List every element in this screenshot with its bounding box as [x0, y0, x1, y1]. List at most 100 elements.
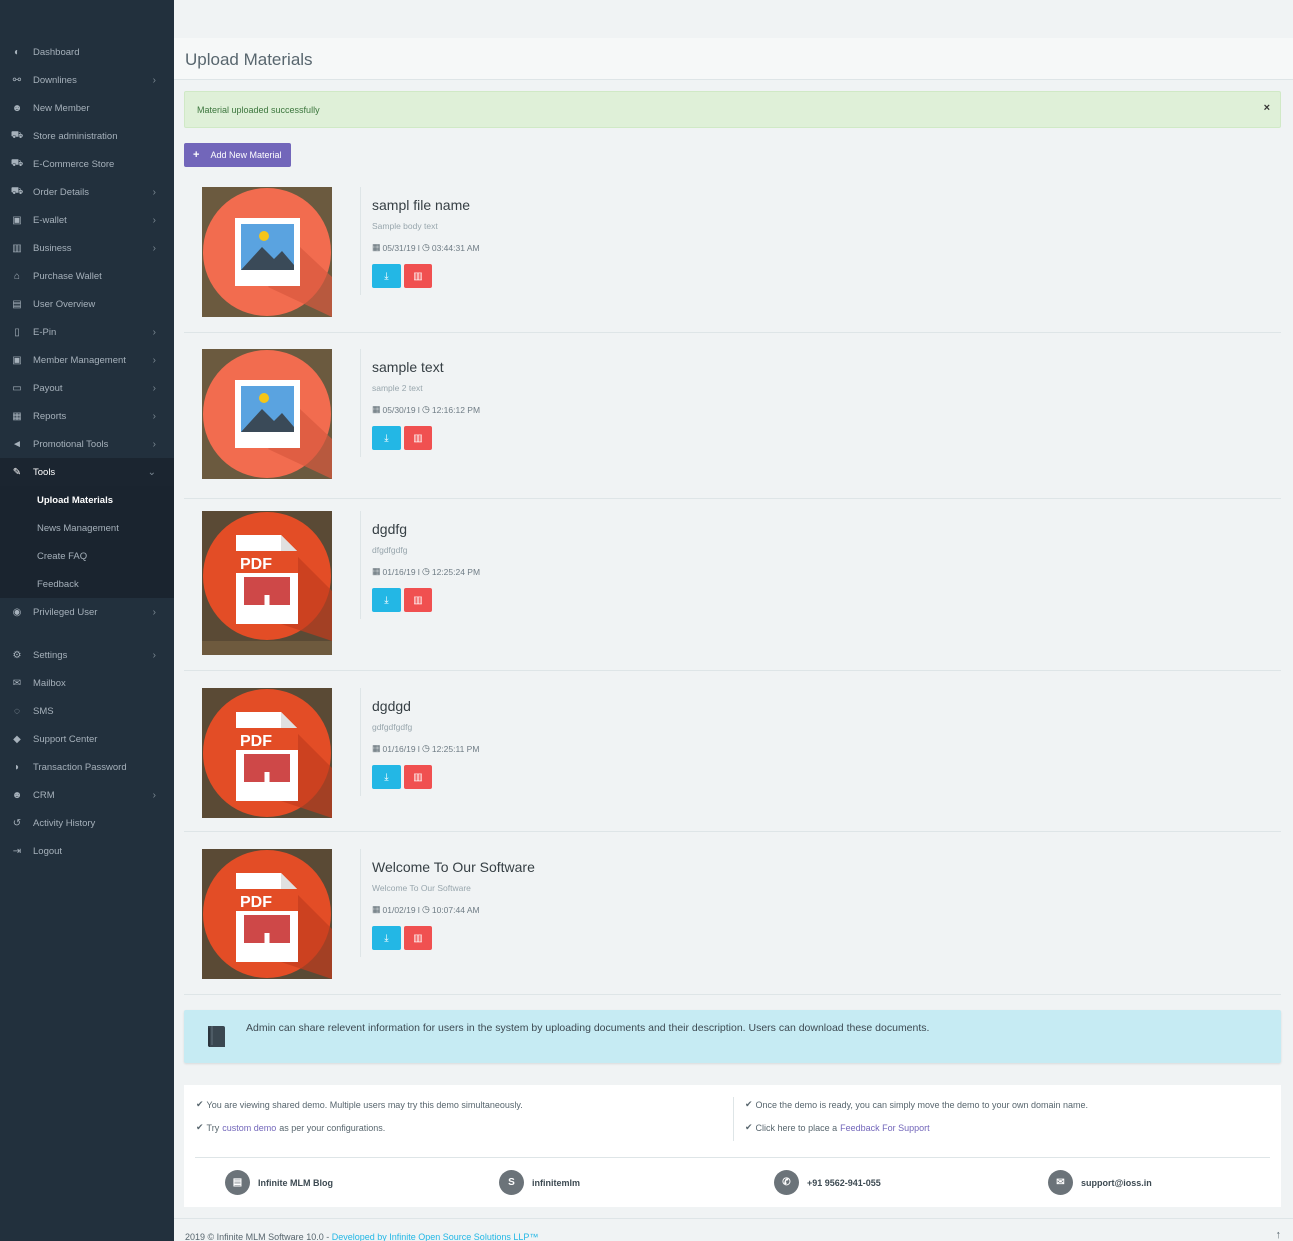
wrench-icon: ✎ [12, 466, 22, 478]
download-button[interactable]: ⤓ [372, 264, 401, 288]
id-card-icon: ▤ [12, 298, 22, 310]
custom-demo-link[interactable]: custom demo [222, 1123, 276, 1133]
sidebar-item-promotional-tools[interactable]: ◄ Promotional Tools › [0, 430, 174, 458]
sidebar-item-sms[interactable]: ◌ SMS [0, 697, 174, 725]
sidebar-item-label: Privileged User [33, 606, 98, 618]
sidebar-item-mailbox[interactable]: ✉ Mailbox [0, 669, 174, 697]
download-button[interactable]: ⤓ [372, 588, 401, 612]
calendar-icon: ▦ [372, 404, 381, 414]
material-title: Welcome To Our Software [372, 859, 535, 875]
tools-submenu: Upload Materials News Management Create FA… [0, 486, 174, 598]
delete-button[interactable]: ▥ [404, 426, 432, 450]
sidebar-item-store-administration[interactable]: ⛟ Store administration [0, 122, 174, 150]
sidebar-item-downlines[interactable]: ⚯ Downlines › [0, 66, 174, 94]
sidebar-item-e-commerce-store[interactable]: ⛟ E-Commerce Store [0, 150, 174, 178]
sidebar-item-dashboard[interactable]: ◐ Dashboard [0, 38, 174, 66]
contact-envelope[interactable]: ✉ support@ioss.in [1048, 1170, 1152, 1195]
delete-button[interactable]: ▥ [404, 765, 432, 789]
delete-button[interactable]: ▥ [404, 264, 432, 288]
sidebar-item-transaction-password[interactable]: ◗ Transaction Password [0, 753, 174, 781]
contact-label: +91 9562-941-055 [807, 1177, 881, 1188]
sidebar-item-member-management[interactable]: ▣ Member Management › [0, 346, 174, 374]
download-button[interactable]: ⤓ [372, 926, 401, 950]
material-time: 12:16:12 PM [431, 404, 481, 415]
alert-close-button[interactable]: × [1264, 102, 1270, 114]
sidebar-item-crm[interactable]: ☻ CRM › [0, 781, 174, 809]
sidebar-item-e-wallet[interactable]: ▣ E-wallet › [0, 206, 174, 234]
chevron-right-icon: › [152, 214, 156, 226]
chevron-right-icon: › [152, 438, 156, 450]
sidebar-item-payout[interactable]: ▭ Payout › [0, 374, 174, 402]
comments-icon: ◌ [14, 705, 20, 717]
chevron-right-icon: › [152, 410, 156, 422]
developer-link[interactable]: Developed by Infinite Open Source Soluti… [332, 1232, 539, 1241]
footer: 2019 © Infinite MLM Software 10.0 - Deve… [174, 1218, 1293, 1241]
whatsapp-icon: ✆ [774, 1170, 799, 1195]
book-icon [208, 1026, 225, 1047]
scroll-to-top-icon[interactable]: ↑ [1276, 1229, 1282, 1241]
sidebar-item-purchase-wallet[interactable]: ⌂ Purchase Wallet [0, 262, 174, 290]
sidebar-item-logout[interactable]: ⇥ Logout [0, 837, 174, 865]
sidebar-item-tools[interactable]: ✎ Tools ⌄ [0, 458, 174, 486]
contact-skype[interactable]: Sinfinitemlm [499, 1170, 580, 1195]
material-description: Welcome To Our Software [372, 883, 471, 893]
sidebar-item-new-member[interactable]: ☻ New Member [0, 94, 174, 122]
download-button[interactable]: ⤓ [372, 426, 401, 450]
sidebar-item-activity-history[interactable]: ↺ Activity History [0, 809, 174, 837]
delete-button[interactable]: ▥ [404, 588, 432, 612]
user-circle-icon: ◉ [12, 606, 22, 618]
material-timestamp: ▦ 05/31/19 I ◷ 03:44:31 AM [372, 242, 480, 253]
check-circle-icon: ✔ [196, 1099, 204, 1109]
contact-whatsapp[interactable]: ✆ +91 9562-941-055 [774, 1170, 881, 1195]
material-description: sample 2 text [372, 383, 423, 393]
material-timestamp: ▦ 01/02/19 I ◷ 10:07:44 AM [372, 904, 480, 915]
user-plus-icon: ☻ [11, 102, 23, 114]
download-button[interactable]: ⤓ [372, 765, 401, 789]
sidebar-item-settings[interactable]: ⚙ Settings › [0, 641, 174, 669]
bar-chart-icon: ▦ [12, 410, 22, 422]
shopping-cart-icon: ⛟ [10, 185, 24, 197]
feedback-for-support-link[interactable]: Feedback For Support [840, 1123, 930, 1133]
sidebar-item-label: Dashboard [33, 46, 80, 58]
trash-icon: ▥ [413, 270, 423, 282]
trash-icon: ▥ [413, 771, 423, 783]
material-time: 10:07:44 AM [431, 904, 480, 915]
material-date: 01/16/19 [382, 566, 416, 577]
material-item: sampl file name Sample body text ▦ 05/31/19… [184, 175, 1281, 333]
clock-icon: ◷ [421, 404, 430, 414]
trash-icon: ▥ [413, 932, 423, 944]
submenu-item-upload-materials[interactable]: Upload Materials [0, 486, 174, 514]
sidebar-item-e-pin[interactable]: ▯ E-Pin › [0, 318, 174, 346]
pdf-label: PDF [240, 894, 272, 911]
envelope-icon: ✉ [12, 677, 22, 689]
demo-horizontal-divider [195, 1157, 1270, 1158]
material-description: dfgdfgdfg [372, 545, 408, 555]
sidebar-item-label: Order Details [33, 186, 89, 198]
contact-newspaper[interactable]: ▤ Infinite MLM Blog [225, 1170, 333, 1195]
bullhorn-icon: ◄ [12, 438, 22, 450]
sidebar-item-label: Logout [33, 845, 63, 857]
sidebar-item-order-details[interactable]: ⛟ Order Details › [0, 178, 174, 206]
building-icon: ▥ [12, 242, 22, 254]
sidebar-item-label: Transaction Password [33, 761, 127, 773]
add-new-material-button[interactable]: + Add New Material [184, 143, 291, 167]
sidebar-item-privileged-user[interactable]: ◉ Privileged User › [0, 598, 174, 626]
check-circle-icon: ✔ [196, 1122, 204, 1132]
material-time: 03:44:31 AM [431, 242, 480, 253]
info-text: Admin can share relevent information for… [246, 1022, 930, 1034]
check-circle-icon: ✔ [745, 1099, 753, 1109]
sidebar-item-support-center[interactable]: ◆ Support Center [0, 725, 174, 753]
sidebar-item-business[interactable]: ▥ Business › [0, 234, 174, 262]
submenu-item-create-faq[interactable]: Create FAQ [0, 542, 174, 570]
submenu-item-feedback[interactable]: Feedback [0, 570, 174, 598]
submenu-item-news-management[interactable]: News Management [0, 514, 174, 542]
sidebar-item-label: New Member [33, 102, 90, 114]
delete-button[interactable]: ▥ [404, 926, 432, 950]
bookmark-icon: ▯ [14, 326, 20, 338]
material-item: PDF dgdfg dfgdfgdfg ▦ 01/16/19 I ◷ 12:25:24 PM ⤓… [184, 499, 1281, 671]
sidebar-item-reports[interactable]: ▦ Reports › [0, 402, 174, 430]
material-title: sample text [372, 359, 444, 375]
clock-icon: ◷ [421, 904, 430, 914]
material-item: sample text sample 2 text ▦ 05/30/19 I ◷ 12:16… [184, 337, 1281, 499]
sidebar-item-user-overview[interactable]: ▤ User Overview [0, 290, 174, 318]
